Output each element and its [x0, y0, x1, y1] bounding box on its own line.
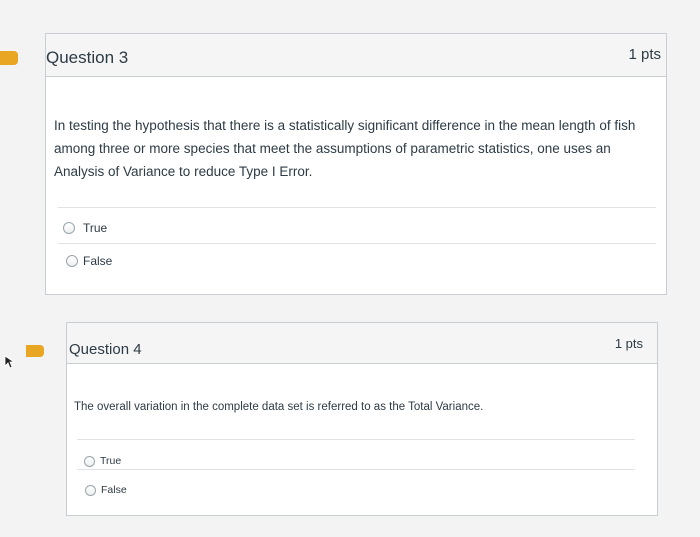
answer-option-true[interactable]: True — [84, 455, 121, 467]
question-4-card: Question 4 1 pts The overall variation i… — [66, 322, 658, 516]
answer-divider — [77, 469, 635, 470]
question-title: Question 4 — [69, 341, 142, 358]
radio-button[interactable] — [66, 255, 78, 267]
question-text: In testing the hypothesis that there is … — [54, 118, 636, 179]
radio-button[interactable] — [85, 484, 96, 496]
mouse-pointer-icon — [4, 355, 16, 369]
question-4-header: Question 4 1 pts — [67, 323, 657, 364]
flag-icon[interactable] — [0, 51, 18, 65]
answer-option-true[interactable]: True — [63, 221, 107, 235]
answer-label: True — [83, 221, 108, 235]
answer-option-false[interactable]: False — [85, 484, 127, 496]
answer-label: False — [83, 254, 113, 268]
question-title: Question 3 — [46, 48, 129, 67]
question-text: The overall variation in the complete da… — [74, 401, 484, 413]
radio-button[interactable] — [84, 455, 95, 467]
question-points: 1 pts — [614, 336, 643, 351]
answer-label: False — [101, 484, 127, 496]
answer-divider — [77, 439, 635, 440]
radio-button[interactable] — [63, 222, 75, 234]
flag-icon[interactable] — [26, 345, 44, 357]
answer-divider — [58, 243, 656, 244]
answer-option-false[interactable]: False — [66, 254, 112, 268]
question-points: 1 pts — [628, 46, 661, 63]
question-3-header: Question 3 1 pts — [46, 34, 666, 77]
answer-label: True — [100, 455, 122, 467]
answer-divider — [58, 207, 656, 208]
question-3-card: Question 3 1 pts In testing the hypothes… — [45, 33, 667, 295]
